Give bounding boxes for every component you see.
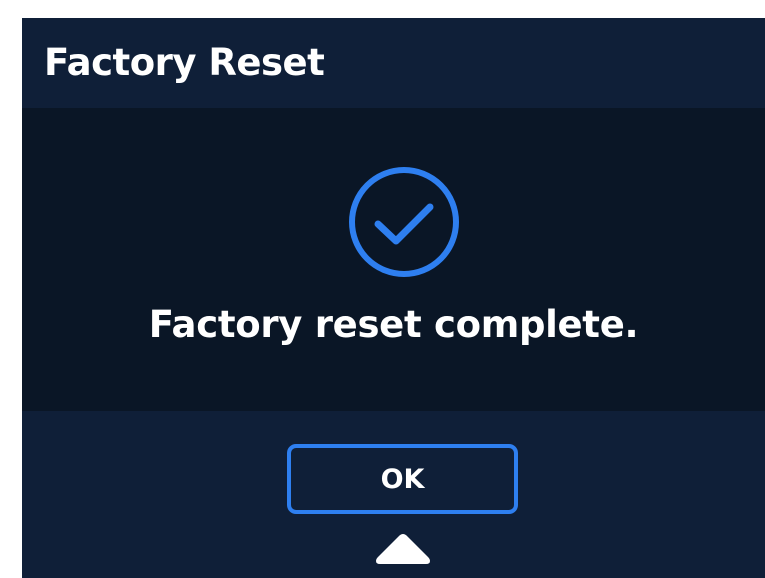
ok-button[interactable]: OK: [287, 444, 518, 514]
check-circle-icon: [349, 167, 459, 277]
up-arrow-icon: [376, 534, 430, 564]
footer-bar: OK: [22, 411, 765, 578]
factory-reset-screen: Factory Reset Factory reset complete. OK: [22, 18, 765, 578]
page-title: Factory Reset: [44, 41, 325, 84]
status-message: Factory reset complete.: [148, 303, 639, 346]
dialog-content: Factory reset complete.: [22, 108, 765, 411]
header-bar: Factory Reset: [22, 18, 765, 108]
